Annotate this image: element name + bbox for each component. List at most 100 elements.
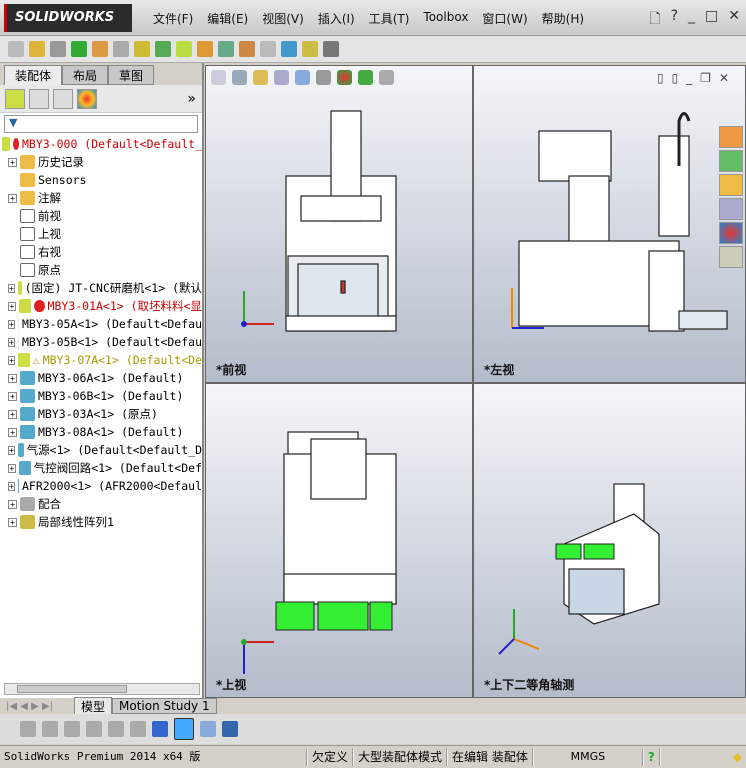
smart-fasteners-icon[interactable] [92,41,108,57]
menu-view[interactable]: 视图(V) [255,10,311,27]
tree-item[interactable]: MBY3-000 (Default<Default_ [0,135,202,153]
tab-model[interactable]: 模型 [74,696,113,716]
tree-item[interactable]: + MBY3-03A<1> (原点) [0,405,202,423]
edit-component-icon[interactable] [8,41,24,57]
tree-item[interactable]: + AFR2000<1> (AFR2000<Defaul [0,477,202,495]
move-component-icon[interactable] [113,41,129,57]
menu-insert[interactable]: 插入(I) [311,10,362,27]
close-button[interactable]: ✕ [728,8,740,32]
menu-window[interactable]: 窗口(W) [475,10,534,27]
expand-icon[interactable]: + [8,283,15,293]
edit-icon[interactable] [20,721,36,737]
bill-of-materials-icon[interactable] [218,41,234,57]
tree-item[interactable]: + 配合 [0,495,202,513]
design-library-icon[interactable] [719,150,743,172]
expand-icon[interactable]: + [8,391,17,401]
viewport-left[interactable]: ▯ ▯ _ ❐ ✕ *左视 [473,65,746,383]
tree-item[interactable]: + 历史记录 [0,153,202,171]
property-manager-icon[interactable] [29,88,49,109]
view-palette-icon[interactable] [719,198,743,220]
display-manager-icon[interactable] [77,88,97,109]
appearances-icon[interactable] [719,222,743,244]
tree-item[interactable]: + 注解 [0,189,202,207]
viewport-front[interactable]: *前视 [205,65,473,383]
new-motion-study-icon[interactable] [197,41,213,57]
configuration-manager-icon[interactable] [53,88,73,109]
filter-icon[interactable]: ▼ [4,115,198,133]
help-icon[interactable]: ? [644,748,661,766]
tree-item[interactable]: + 气源<1> (Default<Default_D [0,441,202,459]
pattern-icon[interactable] [71,41,87,57]
unit-system-selector[interactable]: MMGS [534,748,644,766]
expand-icon[interactable]: + [8,337,15,347]
align-icon[interactable] [130,721,146,737]
tree-item[interactable]: 前视 [0,207,202,225]
instant3d-icon[interactable] [323,41,339,57]
assembly-features-icon[interactable] [155,41,171,57]
tab-motion-study[interactable]: Motion Study 1 [112,698,217,714]
expand-icon[interactable]: + [8,481,15,491]
tree-item[interactable]: + MBY3-06B<1> (Default) [0,387,202,405]
expand-icon[interactable]: + [8,355,16,365]
grid-icon[interactable] [108,721,124,737]
expand-icon[interactable]: + [8,157,17,167]
tree-item[interactable]: + 气控阀回路<1> (Default<Def [0,459,202,477]
expand-icon[interactable]: + [8,445,15,455]
viewport-top[interactable]: *上视 [205,383,473,698]
help-icon[interactable]: ? [671,8,678,32]
axes-icon[interactable] [152,721,168,737]
viewport-isometric[interactable]: *上下二等角轴测 [473,383,746,698]
reference-geometry-icon[interactable] [176,41,192,57]
minimize-button[interactable]: _ [688,8,695,32]
table-icon[interactable] [200,721,216,737]
insert-component-icon[interactable] [29,41,45,57]
tab-scroll-arrows-icon[interactable]: |◀ ◀ ▶ ▶| [0,701,74,712]
expand-icon[interactable]: + [8,517,17,527]
tab-sketch[interactable]: 草图 [108,65,155,85]
solidworks-resources-icon[interactable] [719,126,743,148]
new-document-icon[interactable]: 🗋 [649,8,660,32]
list-icon[interactable] [86,721,102,737]
tab-layout[interactable]: 布局 [62,65,109,85]
file-explorer-icon[interactable] [719,174,743,196]
tree-item[interactable]: + MBY3-05A<1> (Default<Defau [0,315,202,333]
tree-item[interactable]: + MBY3-01A<1> (取坯料料<显 [0,297,202,315]
tree-item[interactable]: 上视 [0,225,202,243]
rebuild-tag-icon[interactable]: ◆ [729,748,746,766]
expand-icon[interactable]: + [8,463,16,473]
tree-item[interactable]: + MBY3-08A<1> (Default) [0,423,202,441]
clearance-verification-icon[interactable] [302,41,318,57]
tab-assembly[interactable]: 装配体 [4,65,63,85]
interference-detection-icon[interactable] [281,41,297,57]
tree-item[interactable]: + ⚠ MBY3-07A<1> (Default<De [0,351,202,369]
tree-item[interactable]: + MBY3-05B<1> (Default<Defau [0,333,202,351]
menu-tools[interactable]: 工具(T) [362,10,417,27]
exploded-view-icon[interactable] [239,41,255,57]
tree-item[interactable]: 原点 [0,261,202,279]
properties-icon[interactable] [222,721,238,737]
menu-toolbox[interactable]: Toolbox [416,10,475,27]
restore-button[interactable]: □ [705,8,718,32]
mate-icon[interactable] [50,41,66,57]
expand-icon[interactable]: + [8,427,17,437]
expand-chevron-icon[interactable]: » [187,91,196,107]
show-hidden-icon[interactable] [134,41,150,57]
horizontal-scrollbar[interactable] [4,683,200,695]
menu-file[interactable]: 文件(F) [146,10,200,27]
tree-item[interactable]: + (固定) JT-CNC研磨机<1> (默认 [0,279,202,297]
expand-icon[interactable]: + [8,193,17,203]
rebuild-icon[interactable] [64,721,80,737]
tree-item[interactable]: 右视 [0,243,202,261]
tree-item[interactable]: + 局部线性阵列1 [0,513,202,531]
expand-icon[interactable]: + [8,499,17,509]
menu-edit[interactable]: 编辑(E) [200,10,255,27]
tree-item[interactable]: Sensors [0,171,202,189]
expand-icon[interactable]: + [8,319,15,329]
explode-line-sketch-icon[interactable] [260,41,276,57]
expand-icon[interactable]: + [8,409,17,419]
expand-icon[interactable]: + [8,301,16,311]
expand-icon[interactable]: + [8,373,17,383]
custom-properties-icon[interactable] [719,246,743,268]
menu-help[interactable]: 帮助(H) [535,10,591,27]
tree-item[interactable]: + MBY3-06A<1> (Default) [0,369,202,387]
